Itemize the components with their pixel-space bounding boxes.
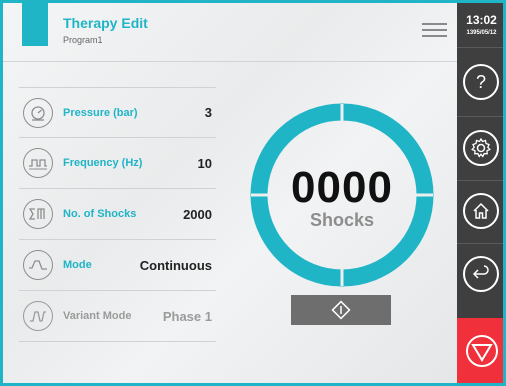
param-row-shocks[interactable]: No. of Shocks 2000 — [19, 189, 216, 240]
shock-counter-label: Shocks — [309, 210, 375, 230]
sidebar-divider — [457, 116, 503, 117]
help-icon: ? — [475, 71, 486, 92]
start-button[interactable] — [291, 295, 391, 325]
param-value: Phase 1 — [162, 308, 212, 324]
param-value: 10 — [197, 155, 212, 171]
parameter-list: Pressure (bar) 3 Frequency (Hz) 10 No. o… — [19, 87, 216, 342]
clock-date: 1395/05/12 — [466, 30, 497, 36]
hamburger-menu-icon[interactable] — [422, 23, 447, 41]
header-divider — [3, 61, 457, 62]
sidebar-divider — [457, 47, 503, 48]
clock-time: 13:02 — [466, 13, 497, 27]
param-value: Continuous — [139, 257, 212, 273]
help-button[interactable]: ? — [463, 64, 499, 100]
stop-button[interactable] — [457, 318, 503, 383]
param-value: 3 — [204, 105, 212, 120]
home-button[interactable] — [463, 193, 499, 229]
shock-counter-ring: 0000 Shocks — [247, 100, 437, 290]
param-value: 2000 — [183, 206, 212, 222]
param-row-variant-mode[interactable]: Variant Mode Phase 1 — [19, 291, 216, 342]
shock-counter-value: 0000 — [291, 163, 393, 212]
param-label: No. of Shocks — [63, 208, 137, 220]
header: Therapy Edit Program1 — [3, 3, 457, 61]
start-diamond-icon — [331, 300, 351, 320]
main-panel: Therapy Edit Program1 Pressure (bar) 3 F… — [3, 3, 457, 383]
shock-count-icon — [23, 199, 53, 229]
frequency-wave-icon — [23, 148, 53, 178]
home-icon — [473, 202, 489, 219]
param-row-pressure[interactable]: Pressure (bar) 3 — [19, 87, 216, 138]
param-label: Mode — [63, 259, 92, 271]
variant-mode-icon — [23, 301, 53, 331]
settings-gear-icon — [471, 137, 491, 158]
param-row-frequency[interactable]: Frequency (Hz) 10 — [19, 138, 216, 189]
param-label: Pressure (bar) — [63, 106, 138, 119]
page-title: Therapy Edit — [63, 15, 148, 31]
mode-wave-icon — [23, 250, 53, 280]
sidebar-divider — [457, 243, 503, 244]
settings-button[interactable] — [463, 130, 499, 166]
param-label: Frequency (Hz) — [63, 157, 143, 169]
app-window: Therapy Edit Program1 Pressure (bar) 3 F… — [0, 0, 506, 386]
program-name: Program1 — [63, 35, 103, 45]
param-label: Variant Mode — [63, 310, 132, 322]
param-row-mode[interactable]: Mode Continuous — [19, 240, 216, 291]
back-arrow-icon — [472, 265, 489, 279]
header-accent-block — [22, 3, 48, 46]
pressure-gauge-icon — [23, 97, 53, 128]
sidebar-divider — [457, 180, 503, 181]
back-button[interactable] — [463, 256, 499, 292]
stop-icon — [465, 334, 498, 367]
